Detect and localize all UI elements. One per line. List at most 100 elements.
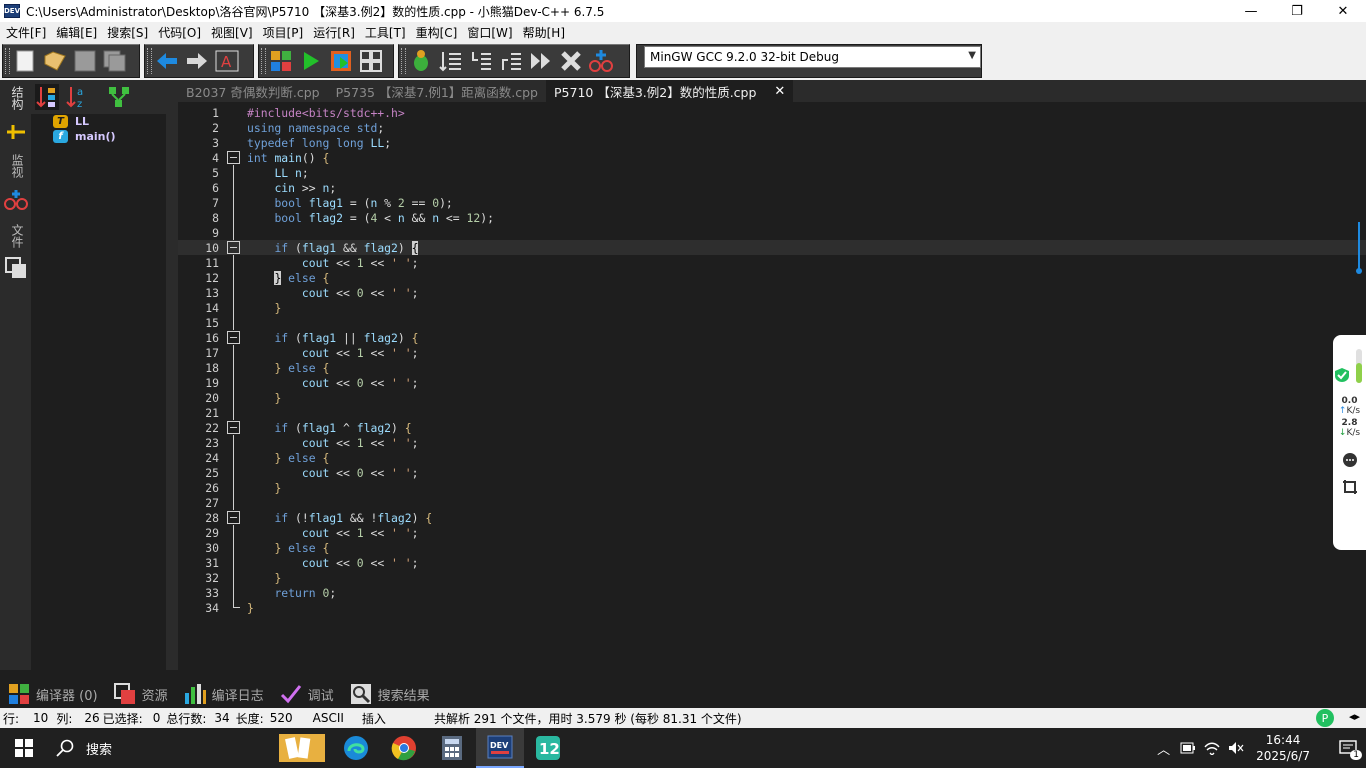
code-line[interactable]: 18 } else { [178,360,1366,375]
code-line[interactable]: 9 [178,225,1366,240]
fold-toggle-icon[interactable] [219,420,247,435]
code-editor[interactable]: 1 #include<bits/stdc++.h> 2 using namespace… [178,102,1366,670]
clock[interactable]: 16:44 2025/6/7 [1256,732,1310,764]
code-line[interactable]: 34} [178,600,1366,615]
code-line[interactable]: 7 bool flag1 = (n % 2 == 0); [178,195,1366,210]
code-line[interactable]: 11 cout << 1 << ' '; [178,255,1366,270]
structure-item-main[interactable]: f main() [31,129,166,144]
chat-icon[interactable] [1342,452,1358,468]
tab-files[interactable]: 文件 [6,224,26,248]
code-line[interactable]: 28 if (!flag1 && !flag2) { [178,510,1366,525]
tab-debug[interactable]: 调试 [280,683,334,705]
debug-button[interactable] [407,47,435,75]
tab-compiler[interactable]: 编译器 (0) [8,683,98,705]
menu-file[interactable]: 文件[F] [2,24,50,41]
status-encoding[interactable]: ASCII [313,711,344,725]
compiler-select[interactable]: MinGW GCC 9.2.0 32-bit Debug ▼ [644,46,981,68]
step-out-button[interactable] [497,47,525,75]
status-arrows-icon[interactable]: ◂▸ [1349,710,1360,723]
close-button[interactable]: ✕ [1320,0,1366,22]
structure-item-ll[interactable]: T LL [31,114,166,129]
code-line[interactable]: 21 [178,405,1366,420]
code-line[interactable]: 2 using namespace std; [178,120,1366,135]
save-button[interactable] [71,47,99,75]
fold-toggle-icon[interactable] [219,330,247,345]
sort-alpha-button[interactable]: az [63,83,91,111]
step-over-button[interactable] [437,47,465,75]
tab-b2037[interactable]: B2037 奇偶数判断.cpp [178,80,328,102]
format-code-button[interactable]: A [213,47,241,75]
screenshot-icon[interactable] [1342,479,1358,495]
code-line[interactable]: 10 if (flag1 && flag2) { [178,240,1366,255]
taskbar-edge[interactable] [332,728,380,768]
run-button[interactable] [297,47,325,75]
code-line[interactable]: 20 } [178,390,1366,405]
taskbar-chrome[interactable] [380,728,428,768]
open-file-button[interactable] [41,47,69,75]
sort-by-type-button[interactable] [33,83,61,111]
notification-center-button[interactable]: 1 [1330,728,1366,768]
menu-code[interactable]: 代码[O] [154,24,205,41]
back-button[interactable] [153,47,181,75]
tab-p5710[interactable]: P5710 【深基3.例2】数的性质.cpp ✕ [546,80,794,102]
menu-window[interactable]: 窗口[W] [463,24,516,41]
network-monitor-widget[interactable]: 0.0 ↑K/s 2.8 ↓K/s [1333,335,1366,550]
code-line[interactable]: 23 cout << 1 << ' '; [178,435,1366,450]
taskbar-other-app[interactable]: 12 [524,728,572,768]
compile-button[interactable] [267,47,295,75]
menu-run[interactable]: 运行[R] [309,24,359,41]
new-file-button[interactable] [11,47,39,75]
code-line[interactable]: 8 bool flag2 = (4 < n && n <= 12); [178,210,1366,225]
start-button[interactable] [0,728,48,768]
code-line[interactable]: 33 return 0; [178,585,1366,600]
code-line[interactable]: 27 [178,495,1366,510]
continue-button[interactable] [527,47,555,75]
battery-icon[interactable] [1180,741,1196,755]
volume-icon[interactable] [1228,741,1244,755]
code-line[interactable]: 19 cout << 0 << ' '; [178,375,1366,390]
fold-toggle-icon[interactable] [219,150,247,165]
show-inherited-button[interactable] [105,83,133,111]
code-line[interactable]: 5 LL n; [178,165,1366,180]
code-line[interactable]: 6 cin >> n; [178,180,1366,195]
stop-button[interactable] [557,47,585,75]
compile-run-button[interactable] [327,47,355,75]
code-line[interactable]: 14 } [178,300,1366,315]
code-line[interactable]: 25 cout << 0 << ' '; [178,465,1366,480]
code-line[interactable]: 16 if (flag1 || flag2) { [178,330,1366,345]
menu-view[interactable]: 视图[V] [207,24,257,41]
taskbar-search[interactable]: 搜索 [48,728,268,768]
menu-edit[interactable]: 编辑[E] [52,24,101,41]
code-line[interactable]: 22 if (flag1 ^ flag2) { [178,420,1366,435]
code-line[interactable]: 26 } [178,480,1366,495]
wifi-icon[interactable] [1204,741,1220,755]
code-line[interactable]: 29 cout << 1 << ' '; [178,525,1366,540]
code-line[interactable]: 30 } else { [178,540,1366,555]
close-tab-icon[interactable]: ✕ [774,84,785,99]
add-icon[interactable] [4,120,28,144]
tab-watch[interactable]: 监视 [6,154,26,178]
tab-resources[interactable]: 资源 [113,683,168,705]
minimize-button[interactable]: — [1228,0,1274,22]
rebuild-button[interactable] [357,47,385,75]
menu-search[interactable]: 搜索[S] [103,24,152,41]
fold-toggle-icon[interactable] [219,510,247,525]
tab-compile-log[interactable]: 编译日志 [184,683,264,705]
code-line[interactable]: 15 [178,315,1366,330]
maximize-button[interactable]: ❐ [1274,0,1320,22]
forward-button[interactable] [183,47,211,75]
scroll-indicator[interactable] [1356,222,1362,274]
code-line[interactable]: 31 cout << 0 << ' '; [178,555,1366,570]
menu-refactor[interactable]: 重构[C] [412,24,462,41]
step-into-button[interactable] [467,47,495,75]
tab-p5735[interactable]: P5735 【深基7.例1】距离函数.cpp [328,80,546,102]
fold-toggle-icon[interactable] [219,240,247,255]
tray-widget-icon[interactable]: P [1316,709,1334,727]
chevron-up-icon[interactable]: ︿ [1157,739,1170,758]
code-line[interactable]: 12 } else { [178,270,1366,285]
add-watch-button[interactable] [587,47,615,75]
code-line[interactable]: 32 } [178,570,1366,585]
files-icon[interactable] [4,256,28,280]
code-line[interactable]: 3 typedef long long LL; [178,135,1366,150]
code-line[interactable]: 17 cout << 1 << ' '; [178,345,1366,360]
